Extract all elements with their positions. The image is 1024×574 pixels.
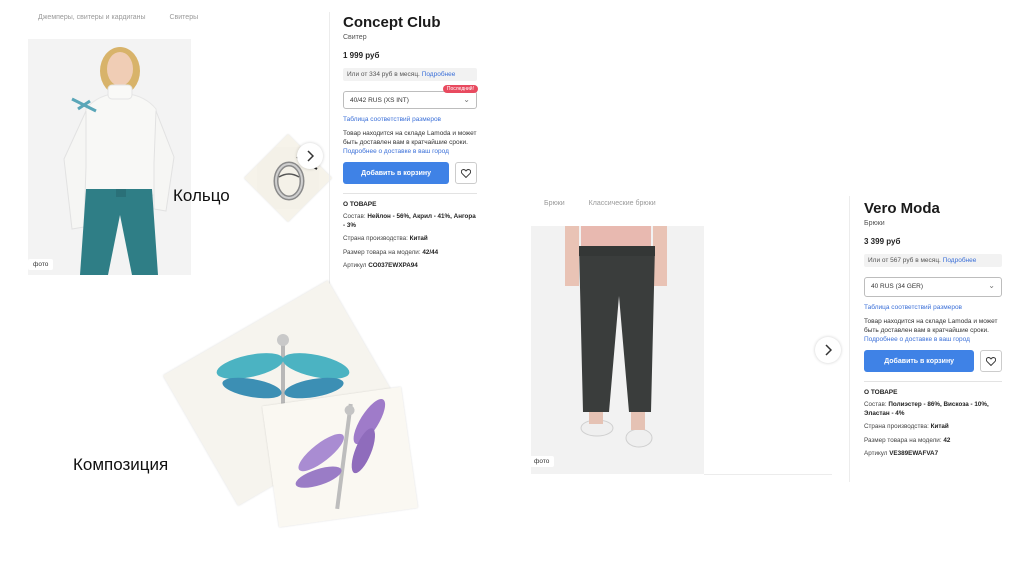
product-type: Свитер [343,34,367,41]
product-type: Брюки [864,220,885,227]
model-sweater-image [28,39,191,275]
size-value: 40/42 RUS (XS INT) [350,97,409,104]
size-select[interactable]: 40/42 RUS (XS INT) ⌄ Последний! [343,85,478,109]
breadcrumb: Джемперы, свитеры и кардиганы Свитеры [38,14,220,21]
spec-label: Страна производства: [343,235,408,242]
spec-value: 42/44 [422,248,439,256]
spec-value: CO037EWXPA94 [368,262,418,269]
spec-value: 42 [943,436,951,444]
spec-sku: Артикул CO037EWXPA94 [343,262,477,271]
product-photo-trousers[interactable]: фото [531,226,704,474]
composition-label: Композиция [73,455,169,474]
breadcrumb-item[interactable]: Классические брюки [589,200,656,207]
model-trousers-image [531,226,704,474]
product-price: 3 399 руб [864,237,901,246]
installment-text: Или от 567 руб в месяц. [868,257,941,264]
dragonfly-photo-purple [262,386,418,528]
add-to-cart-button[interactable]: Добавить в корзину [864,350,975,372]
spec-value: VE389EWAFVA7 [889,450,939,457]
size-value: 40 RUS (34 GER) [871,283,924,290]
photo-strip-border [704,474,832,475]
photo-badge[interactable]: фото [28,259,54,270]
spec-label: Артикул [864,450,888,457]
dragonfly-purple-icon [262,386,418,528]
spec-label: Размер товара на модели: [343,248,421,256]
breadcrumb-item[interactable]: Свитеры [169,14,198,21]
installment-box: Или от 567 руб в месяц. Подробнее [864,254,1002,267]
last-item-badge: Последний! [442,85,478,93]
photo-badge[interactable]: фото [531,456,555,467]
stock-info: Товар находится на складе Lamoda и может… [343,129,477,156]
delivery-link[interactable]: Подробнее о доставке в ваш город [864,335,1002,344]
delivery-link[interactable]: Подробнее о доставке в ваш город [343,147,477,156]
spec-sku: Артикул VE389EWAFVA7 [864,450,1002,459]
vertical-divider [849,196,850,482]
product-actions: Добавить в корзину [864,350,1002,372]
size-select[interactable]: 40 RUS (34 GER) ⌄ [864,277,1002,297]
spec-value: Китай [409,235,428,242]
breadcrumb-item[interactable]: Джемперы, свитеры и кардиганы [38,14,146,21]
installment-link[interactable]: Подробнее [422,71,456,78]
breadcrumb-item[interactable]: Брюки [544,200,565,207]
about-title: О ТОВАРЕ [343,201,377,208]
section-divider [864,381,1002,382]
spec-composition: Состав: Полиэстер - 86%, Вискоза - 10%, … [864,401,1002,418]
heart-icon [461,168,472,178]
product-info-panel: Concept Club Свитер 1 999 руб Или от 334… [343,14,478,271]
installment-text: Или от 334 руб в месяц. [347,71,420,78]
spec-label: Состав: [343,213,366,220]
spec-composition: Состав: Нейлон - 56%, Акрил - 41%, Ангор… [343,213,477,230]
spec-model-size: Размер товара на модели: 42/44 [343,249,477,258]
vertical-divider [329,12,330,287]
spec-value: Китай [930,423,949,430]
next-photo-button[interactable] [297,143,323,169]
about-title: О ТОВАРЕ [864,389,898,396]
chevron-right-icon [307,150,314,162]
size-chart-link[interactable]: Таблица соответствий размеров [343,116,477,123]
installment-link[interactable]: Подробнее [943,257,977,264]
stock-text: Товар находится на складе Lamoda и может… [343,130,477,146]
spec-label: Артикул [343,262,367,269]
ring-label: Кольцо [173,186,230,205]
installment-box: Или от 334 руб в месяц. Подробнее [343,68,477,81]
chevron-down-icon: ⌄ [988,281,995,290]
section-divider [343,193,477,194]
stock-info: Товар находится на складе Lamoda и может… [864,317,1002,344]
breadcrumb: Брюки Классические брюки [544,200,678,207]
spec-country: Страна производства: Китай [864,423,1002,432]
product-photo-sweater[interactable]: фото [28,39,191,275]
spec-label: Состав: [864,401,887,408]
product-info-panel: Vero Moda Брюки 3 399 руб Или от 567 руб… [864,200,1002,459]
spec-label: Размер товара на модели: [864,436,942,444]
size-chart-link[interactable]: Таблица соответствий размеров [864,304,1002,311]
add-to-cart-button[interactable]: Добавить в корзину [343,162,450,184]
product-brand[interactable]: Vero Moda [864,200,1002,217]
next-photo-button[interactable] [815,337,841,363]
chevron-down-icon: ⌄ [463,95,470,104]
spec-label: Страна производства: [864,423,929,430]
product-price: 1 999 руб [343,51,380,60]
heart-icon [986,356,997,366]
product-actions: Добавить в корзину [343,162,477,184]
spec-model-size: Размер товара на модели: 42 [864,437,1002,446]
stock-text: Товар находится на складе Lamoda и может… [864,318,998,334]
spec-country: Страна производства: Китай [343,235,477,244]
product-brand[interactable]: Concept Club [343,14,477,31]
favorite-button[interactable] [980,350,1002,372]
chevron-right-icon [825,344,832,356]
favorite-button[interactable] [455,162,477,184]
